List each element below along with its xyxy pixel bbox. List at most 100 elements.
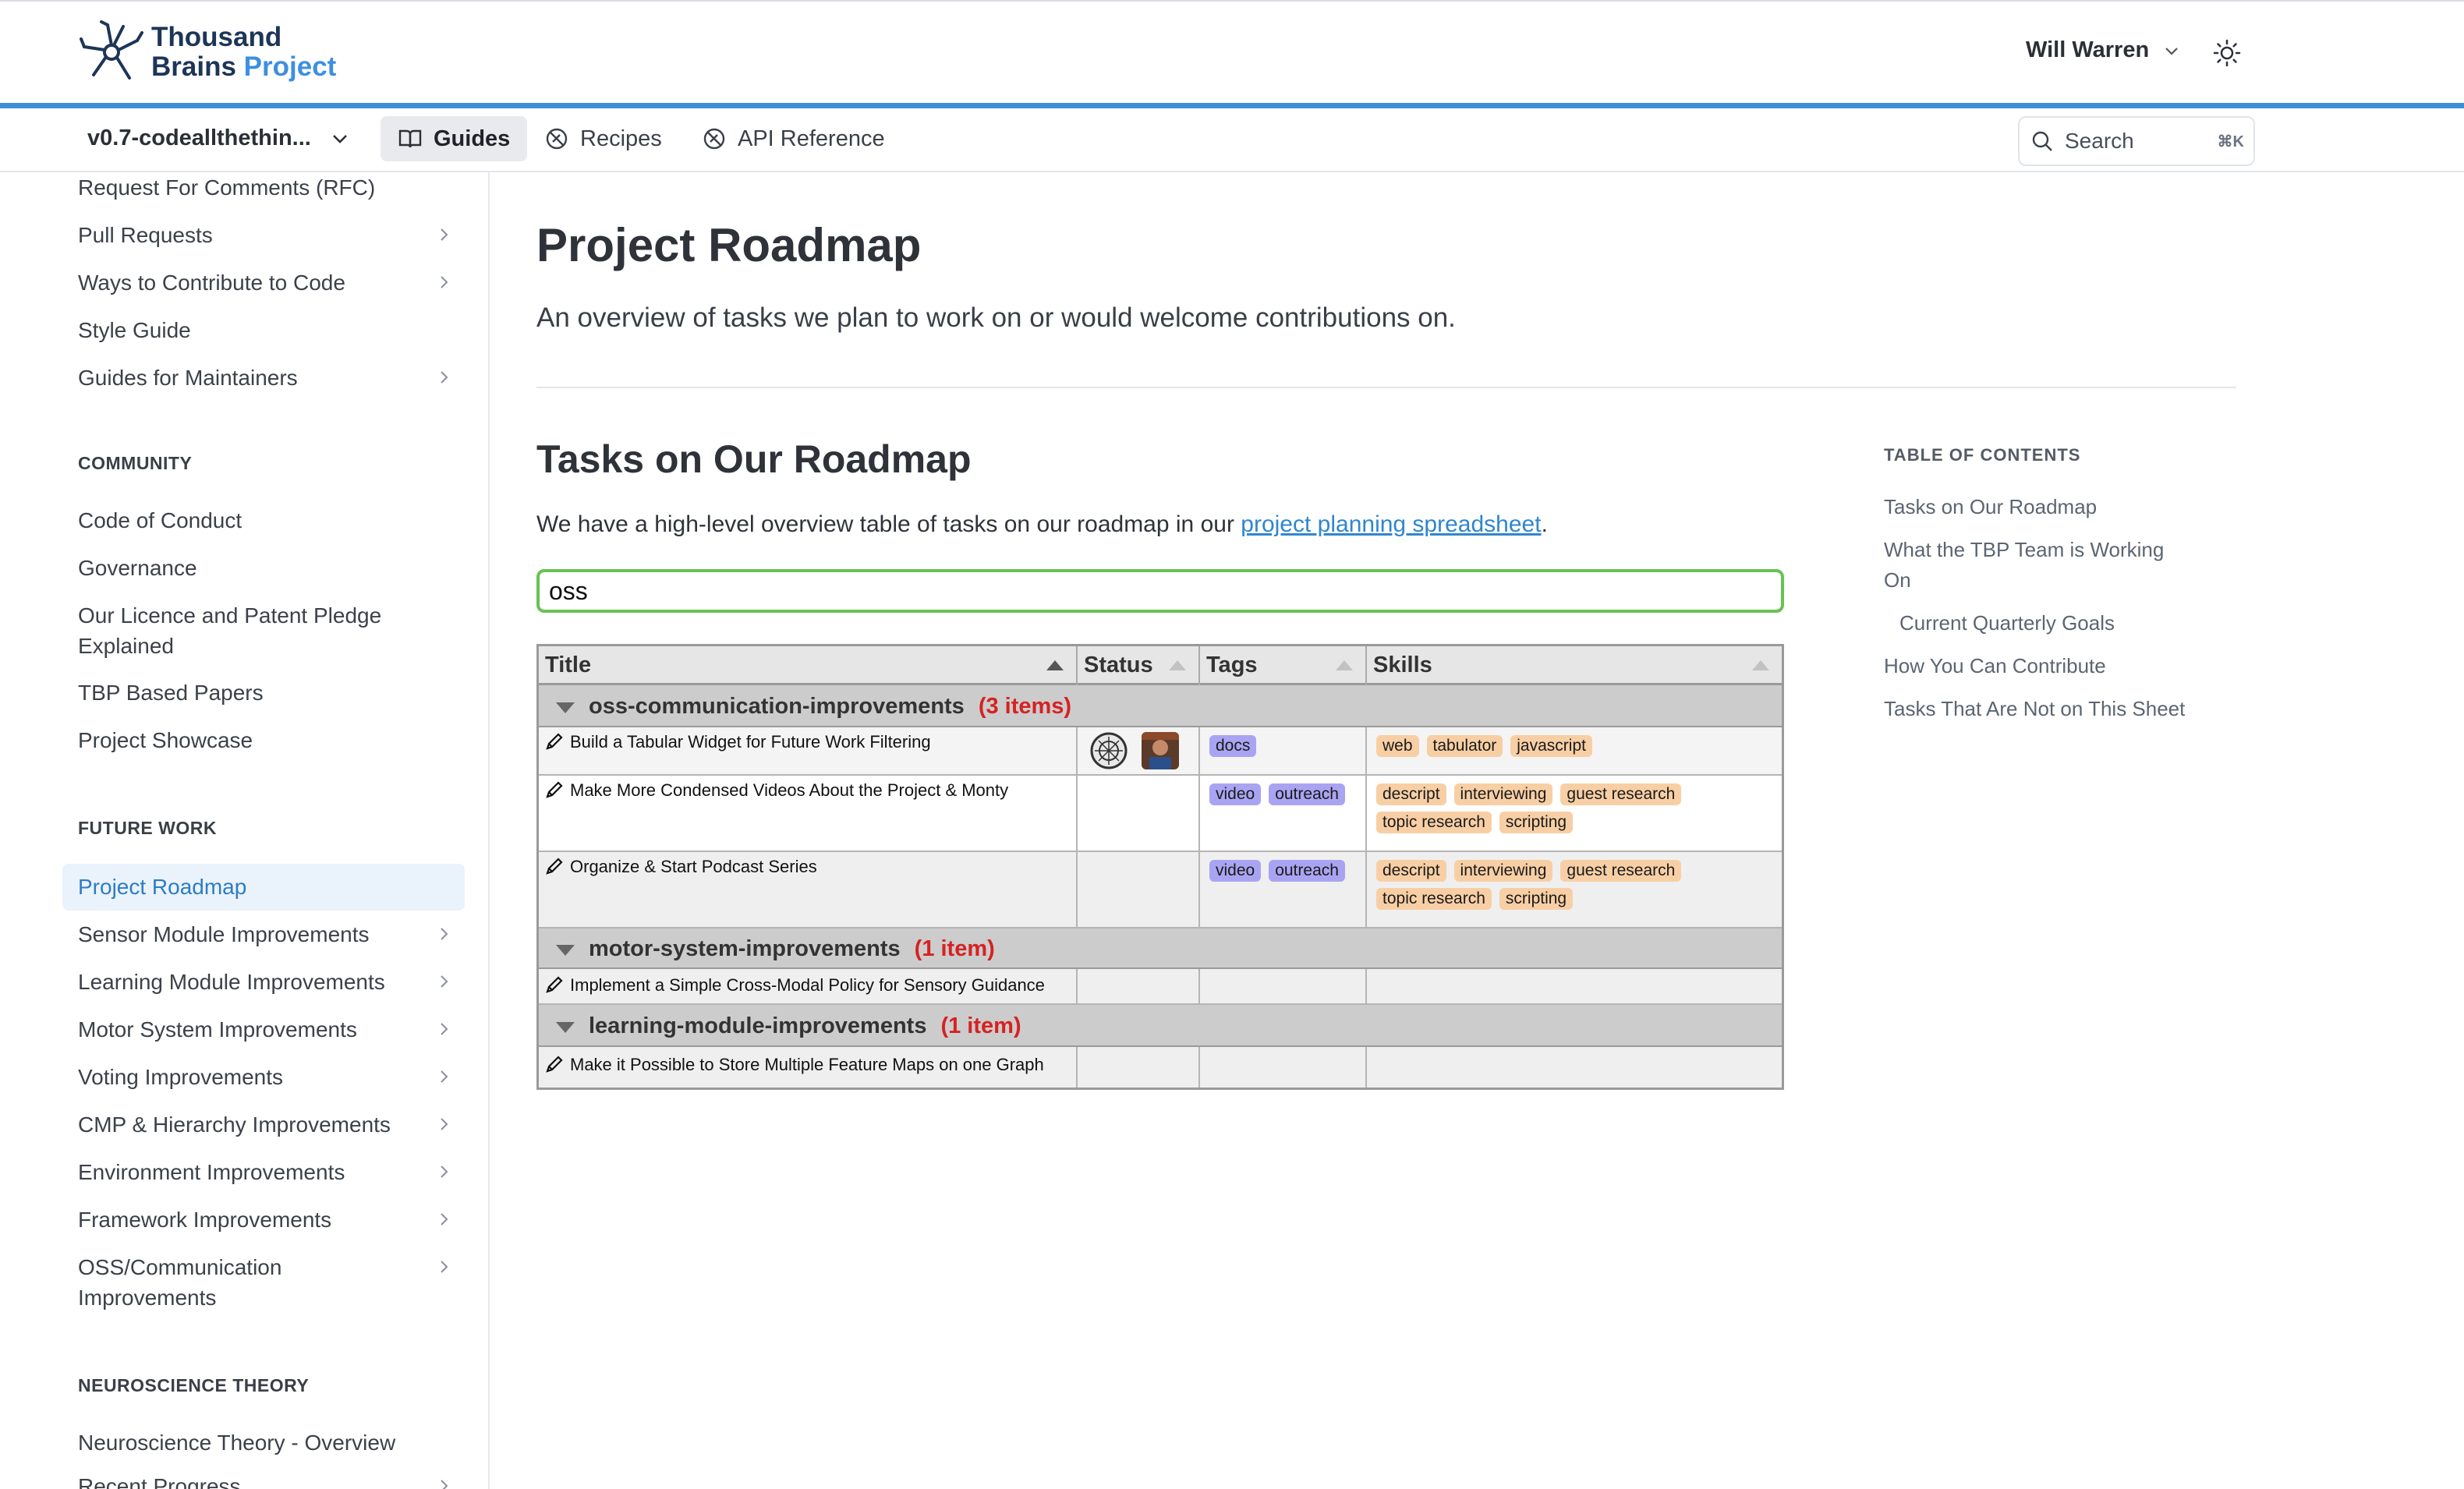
sidebar-item-label: TBP Based Papers: [78, 681, 264, 705]
sidebar-item-label: Recent Progress: [78, 1474, 241, 1489]
sidebar-item-oss-communication[interactable]: OSS/Communication Improvements: [78, 1252, 468, 1313]
sidebar-item-label: Voting Improvements: [78, 1065, 284, 1089]
sun-icon[interactable]: [2213, 39, 2241, 67]
sidebar-item-label: Our Licence and Patent Pledge Explained: [78, 603, 382, 658]
tab-label: API Reference: [738, 126, 885, 151]
group-header-motor[interactable]: motor-system-improvements (1 item): [539, 928, 1782, 969]
column-header-tags[interactable]: Tags: [1200, 646, 1367, 685]
sidebar-item-project-roadmap[interactable]: Project Roadmap: [78, 872, 468, 902]
cell-tags: video outreach: [1200, 852, 1367, 927]
toc-item-quarterly-goals[interactable]: Current Quarterly Goals: [1899, 608, 2227, 638]
sub-navigation: v0.7-codeallthethin... Guides Recipes AP…: [0, 108, 2464, 172]
planning-spreadsheet-link[interactable]: project planning spreadsheet: [1241, 511, 1541, 537]
logo[interactable]: Thousand Brains Project: [78, 19, 336, 86]
group-header-oss[interactable]: oss-communication-improvements (3 items): [539, 685, 1782, 727]
version-selector[interactable]: v0.7-codeallthethin...: [87, 126, 350, 151]
column-label: Title: [545, 653, 592, 677]
chevron-down-icon: [332, 134, 347, 143]
skill-pill: javascript: [1510, 735, 1592, 757]
table-row[interactable]: Make More Condensed Videos About the Pro…: [539, 776, 1782, 852]
sidebar-item-guides-for-maintainers[interactable]: Guides for Maintainers: [78, 363, 468, 393]
toc-item-tbp-team-working-on[interactable]: What the TBP Team is Working On: [1884, 535, 2196, 596]
tab-recipes[interactable]: Recipes: [527, 116, 679, 161]
table-row[interactable]: Organize & Start Podcast Series video out…: [539, 852, 1782, 928]
sidebar-item-cmp-hierarchy[interactable]: CMP & Hierarchy Improvements: [78, 1109, 468, 1140]
search-box[interactable]: Search ⌘K: [2018, 116, 2255, 166]
cell-title: Make it Possible to Store Multiple Featu…: [539, 1047, 1078, 1088]
skill-pill: interviewing: [1453, 860, 1553, 882]
column-header-skills[interactable]: Skills: [1367, 646, 1782, 685]
column-header-title[interactable]: Title: [539, 646, 1078, 685]
group-label: learning-module-improvements (1 item): [589, 1013, 1021, 1039]
sidebar-item-environment[interactable]: Environment Improvements: [78, 1157, 468, 1187]
sidebar-item-code-of-conduct[interactable]: Code of Conduct: [78, 505, 468, 536]
sidebar-item-rfc[interactable]: Request For Comments (RFC): [78, 172, 468, 203]
table-row[interactable]: Build a Tabular Widget for Future Work F…: [539, 727, 1782, 776]
pencil-icon[interactable]: [545, 780, 564, 799]
sidebar-item-label: CMP & Hierarchy Improvements: [78, 1112, 391, 1137]
sidebar-item-motor-system[interactable]: Motor System Improvements: [78, 1014, 468, 1045]
tag-pill: docs: [1209, 735, 1257, 757]
table-filter-input[interactable]: [536, 569, 1784, 613]
user-name: Will Warren: [2026, 37, 2150, 62]
sidebar: Request For Comments (RFC) Pull Requests…: [0, 172, 490, 1489]
search-icon: [2032, 131, 2052, 151]
toc-item-tasks-not-on-sheet[interactable]: Tasks That Are Not on This Sheet: [1884, 694, 2196, 724]
group-name: oss-communication-improvements: [589, 694, 965, 719]
row-title: Make it Possible to Store Multiple Featu…: [570, 1055, 1044, 1074]
chevron-right-icon: [441, 1261, 448, 1273]
chevron-right-icon: [441, 1213, 448, 1226]
cell-status: [1078, 1047, 1200, 1088]
table-row[interactable]: Make it Possible to Store Multiple Featu…: [539, 1047, 1782, 1088]
sidebar-item-label: Learning Module Improvements: [78, 970, 385, 994]
sidebar-item-label: Style Guide: [78, 318, 191, 342]
sidebar-item-sensor-module[interactable]: Sensor Module Improvements: [78, 919, 468, 950]
sidebar-item-learning-module[interactable]: Learning Module Improvements: [78, 967, 468, 997]
column-header-status[interactable]: Status: [1078, 646, 1200, 685]
avatar: [1090, 732, 1128, 769]
sidebar-item-style-guide[interactable]: Style Guide: [78, 315, 468, 345]
sidebar-item-tbp-papers[interactable]: TBP Based Papers: [78, 677, 468, 708]
book-icon: [398, 129, 422, 148]
avatar: [1142, 732, 1179, 769]
column-label: Status: [1084, 653, 1153, 677]
sidebar-item-ways-to-contribute[interactable]: Ways to Contribute to Code: [78, 267, 468, 298]
sidebar-item-project-showcase[interactable]: Project Showcase: [78, 725, 468, 755]
sidebar-item-governance[interactable]: Governance: [78, 553, 468, 583]
pencil-icon[interactable]: [545, 1055, 564, 1073]
pencil-icon[interactable]: [545, 732, 564, 751]
recipe-icon: [546, 128, 568, 150]
user-menu[interactable]: Will Warren: [2026, 37, 2180, 63]
toc-item-tasks-on-roadmap[interactable]: Tasks on Our Roadmap: [1884, 492, 2211, 522]
toc-item-how-to-contribute[interactable]: How You Can Contribute: [1884, 651, 2211, 681]
table-row[interactable]: Implement a Simple Cross-Modal Policy fo…: [539, 969, 1782, 1005]
sidebar-item-licence-pledge[interactable]: Our Licence and Patent Pledge Explained: [78, 600, 421, 661]
table-header: Title Status Tags Skills: [539, 646, 1782, 685]
group-name: motor-system-improvements: [589, 936, 901, 961]
sidebar-item-framework[interactable]: Framework Improvements: [78, 1204, 468, 1235]
group-header-learning[interactable]: learning-module-improvements (1 item): [539, 1005, 1782, 1047]
pencil-icon[interactable]: [545, 975, 564, 994]
skill-pill: topic research: [1376, 888, 1492, 910]
sort-arrow-icon: [1046, 660, 1064, 670]
skill-pill: descript: [1376, 783, 1446, 805]
cell-skills: [1367, 1047, 1782, 1088]
group-label: oss-communication-improvements (3 items): [589, 694, 1071, 720]
cell-title: Implement a Simple Cross-Modal Policy fo…: [539, 969, 1078, 1003]
cell-skills: descript interviewing guest research topic …: [1367, 776, 1782, 851]
tab-api-reference[interactable]: API Reference: [685, 116, 902, 161]
sidebar-heading-community: COMMUNITY: [78, 453, 193, 473]
sidebar-item-voting[interactable]: Voting Improvements: [78, 1062, 468, 1092]
collapse-triangle-icon: [556, 945, 575, 956]
chevron-down-icon: [2165, 47, 2178, 55]
logo-word-brains: Brains: [151, 51, 236, 82]
sidebar-item-neuro-overview[interactable]: Neuroscience Theory - Overview: [78, 1427, 468, 1458]
sidebar-item-pull-requests[interactable]: Pull Requests: [78, 220, 468, 250]
top-header: Thousand Brains Project Will Warren: [0, 0, 2464, 104]
skill-pill: scripting: [1499, 888, 1574, 910]
tab-guides[interactable]: Guides: [381, 116, 528, 161]
pencil-icon[interactable]: [545, 857, 564, 875]
sidebar-item-recent-progress[interactable]: Recent Progress: [78, 1471, 468, 1489]
chevron-right-icon: [441, 1023, 448, 1035]
logo-line2: Brains Project: [151, 52, 336, 82]
